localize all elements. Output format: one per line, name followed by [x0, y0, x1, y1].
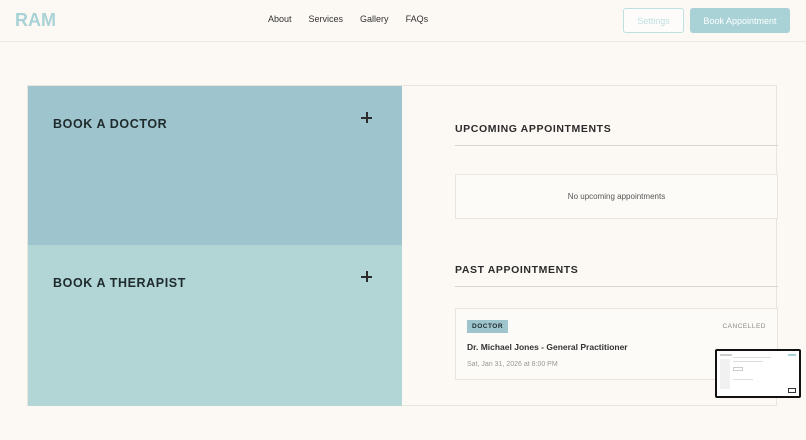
ram-logo[interactable]: RAM [15, 10, 73, 30]
book-doctor-card[interactable]: BOOK A DOCTOR [28, 86, 402, 245]
settings-button[interactable]: Settings [623, 8, 684, 33]
book-therapist-title: BOOK A THERAPIST [53, 276, 186, 290]
status-badge: CANCELLED [722, 323, 766, 330]
plus-icon[interactable] [360, 111, 374, 125]
plus-icon[interactable] [360, 270, 374, 284]
book-doctor-title: BOOK A DOCTOR [53, 117, 168, 131]
logo-text: RAM [15, 10, 56, 30]
divider [455, 286, 778, 287]
main-nav: About Services Gallery FAQs [268, 14, 428, 24]
book-therapist-card[interactable]: BOOK A THERAPIST [28, 245, 402, 406]
empty-state: No upcoming appointments [455, 174, 778, 219]
appointments-panel: BOOK A DOCTOR BOOK A THERAPIST UPCOMING … [27, 85, 778, 406]
nav-gallery[interactable]: Gallery [360, 14, 389, 24]
nav-services[interactable]: Services [309, 14, 344, 24]
nav-about[interactable]: About [268, 14, 292, 24]
appointment-time: Sat, Jan 31, 2026 at 8:00 PM [467, 361, 558, 368]
screen-preview-icon[interactable] [715, 349, 801, 398]
type-badge: DOCTOR [467, 320, 509, 333]
past-title: PAST APPOINTMENTS [455, 264, 579, 276]
nav-faqs[interactable]: FAQs [406, 14, 429, 24]
empty-text: No upcoming appointments [567, 192, 666, 201]
book-appointment-button[interactable]: Book Appointment [690, 8, 790, 33]
appointment-name: Dr. Michael Jones - General Practitioner [467, 342, 628, 352]
divider [455, 145, 778, 146]
upcoming-title: UPCOMING APPOINTMENTS [455, 123, 612, 135]
site-header: RAM About Services Gallery FAQs Settings… [0, 0, 806, 42]
